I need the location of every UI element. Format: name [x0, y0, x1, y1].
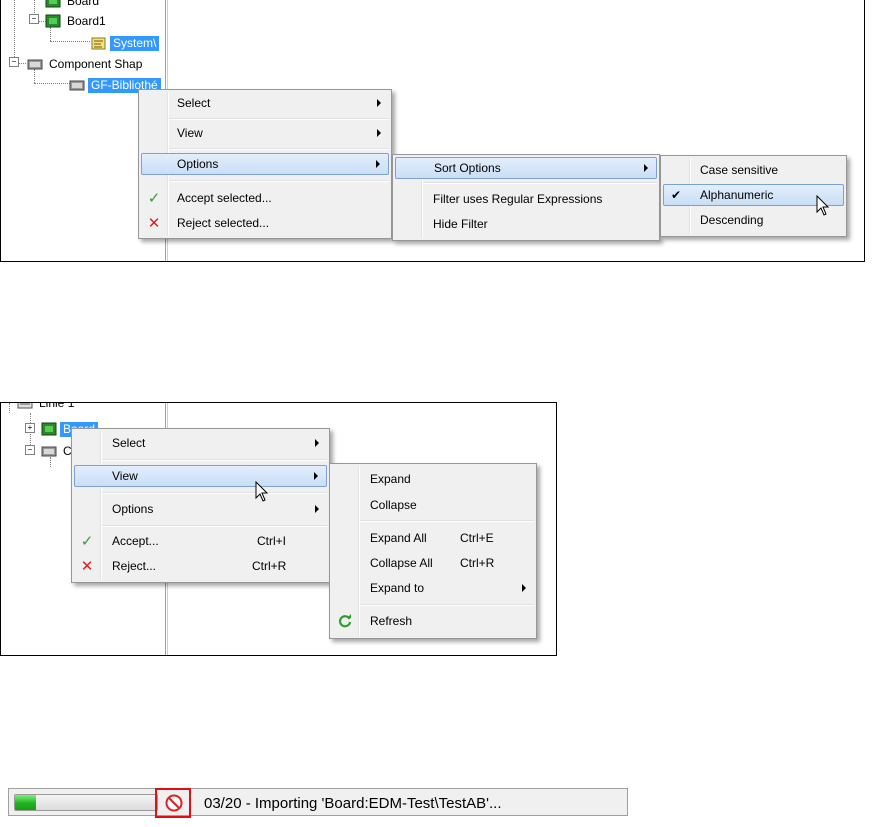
tree-label: Component Shap [49, 56, 143, 71]
expand-toggle[interactable]: + [25, 423, 35, 433]
menu-item-expand[interactable]: Expand [332, 468, 534, 490]
tree-label: Linie 1 [39, 402, 75, 410]
menu-separator [102, 492, 327, 494]
menu-separator [102, 459, 327, 461]
status-text: 03/20 - Importing 'Board:EDM-Test\TestAB… [204, 795, 502, 812]
submenu-arrow-icon [522, 584, 526, 592]
menu-item-view[interactable]: View [74, 465, 327, 487]
menu-item-expand-to[interactable]: Expand to [332, 577, 534, 599]
refresh-icon [336, 612, 354, 630]
stop-icon[interactable] [165, 794, 183, 812]
tree-label-selected: System\ [110, 35, 160, 51]
tree-item-system[interactable]: System\ [91, 35, 160, 51]
menu-item-accept[interactable]: ✓ Accept... Ctrl+I [74, 530, 327, 552]
submenu-arrow-icon [377, 99, 381, 107]
checkmark-icon: ✔ [670, 188, 682, 202]
cross-icon: ✕ [147, 215, 161, 232]
menu-item-options[interactable]: Options [141, 153, 389, 175]
shortcut-label: Ctrl+R [252, 559, 287, 573]
menu-item-collapse[interactable]: Collapse [332, 494, 534, 516]
submenu-arrow-icon [644, 164, 648, 172]
check-icon: ✓ [147, 190, 161, 207]
menu-item-filter-regex[interactable]: Filter uses Regular Expressions [395, 188, 657, 210]
tree-panel-2: Linie 1 + Board − C Select View Options … [0, 402, 557, 656]
check-icon: ✓ [80, 533, 94, 550]
collapse-toggle[interactable]: − [29, 14, 39, 24]
menu-item-refresh[interactable]: Refresh [332, 610, 534, 632]
menu-item-select[interactable]: Select [74, 432, 327, 454]
schematic-icon [91, 36, 107, 50]
submenu-arrow-icon [315, 439, 319, 447]
tree-item-component[interactable]: C [41, 443, 75, 459]
tree-item-board-root[interactable]: Board [45, 0, 102, 9]
submenu-arrow-icon [314, 472, 318, 480]
component-icon [69, 78, 85, 92]
menu-separator [169, 118, 389, 120]
mouse-cursor-icon [816, 195, 830, 216]
menu-item-view[interactable]: View [141, 122, 389, 144]
shortcut-label: Ctrl+E [460, 531, 494, 545]
tree-line [50, 41, 90, 42]
menu-item-sort-options[interactable]: Sort Options [395, 157, 657, 179]
cross-icon: ✕ [80, 558, 94, 575]
menu-item-select[interactable]: Select [141, 92, 389, 114]
tree-item-linie[interactable]: Linie 1 [17, 402, 77, 411]
mouse-cursor-icon [255, 481, 269, 502]
context-menu: Select View Options ✓ Accept selected...… [138, 89, 392, 239]
shortcut-label: Ctrl+R [460, 556, 495, 570]
menu-item-case-sensitive[interactable]: Case sensitive [663, 159, 844, 181]
component-icon [41, 444, 57, 458]
tree-label: Board [67, 0, 100, 8]
submenu-arrow-icon [315, 505, 319, 513]
menu-separator [360, 520, 534, 522]
line-icon [17, 403, 33, 410]
menu-separator [102, 525, 327, 527]
tree-item-board1[interactable]: Board1 [45, 13, 109, 29]
menu-item-reject-selected[interactable]: ✕ Reject selected... [141, 212, 389, 234]
progress-bar [14, 794, 158, 811]
view-submenu: Expand Collapse Expand All Ctrl+E Collap… [329, 463, 537, 639]
tree-panel-1: Board − Board1 System\ − Component Shap … [0, 0, 865, 262]
tree-line [50, 27, 51, 41]
tree-item-component-shapes[interactable]: Component Shap [27, 56, 145, 72]
menu-item-collapse-all[interactable]: Collapse All Ctrl+R [332, 552, 534, 574]
board-icon [45, 0, 61, 8]
menu-separator [169, 148, 389, 150]
menu-separator [169, 180, 389, 182]
collapse-toggle[interactable]: − [25, 445, 35, 455]
tree-line [34, 83, 70, 84]
menu-item-expand-all[interactable]: Expand All Ctrl+E [332, 527, 534, 549]
submenu-arrow-icon [376, 160, 380, 168]
menu-separator [423, 182, 657, 184]
tree-line [14, 0, 15, 63]
context-menu: Select View Options ✓ Accept... Ctrl+I ✕… [71, 428, 330, 583]
tree-label: Board1 [67, 13, 106, 28]
tree-line [9, 403, 10, 413]
menu-item-options[interactable]: Options [74, 498, 327, 520]
options-submenu: Sort Options Filter uses Regular Express… [392, 154, 660, 241]
menu-separator [360, 604, 534, 606]
component-icon [27, 57, 43, 71]
board-icon [45, 14, 61, 28]
menu-item-accept-selected[interactable]: ✓ Accept selected... [141, 187, 389, 209]
board-icon [41, 422, 57, 436]
menu-item-hide-filter[interactable]: Hide Filter [395, 213, 657, 235]
submenu-arrow-icon [377, 129, 381, 137]
progress-fill [15, 795, 37, 810]
shortcut-label: Ctrl+I [257, 534, 287, 548]
status-bar: 03/20 - Importing 'Board:EDM-Test\TestAB… [8, 788, 628, 818]
collapse-toggle[interactable]: − [9, 57, 19, 67]
menu-item-reject[interactable]: ✕ Reject... Ctrl+R [74, 555, 327, 577]
